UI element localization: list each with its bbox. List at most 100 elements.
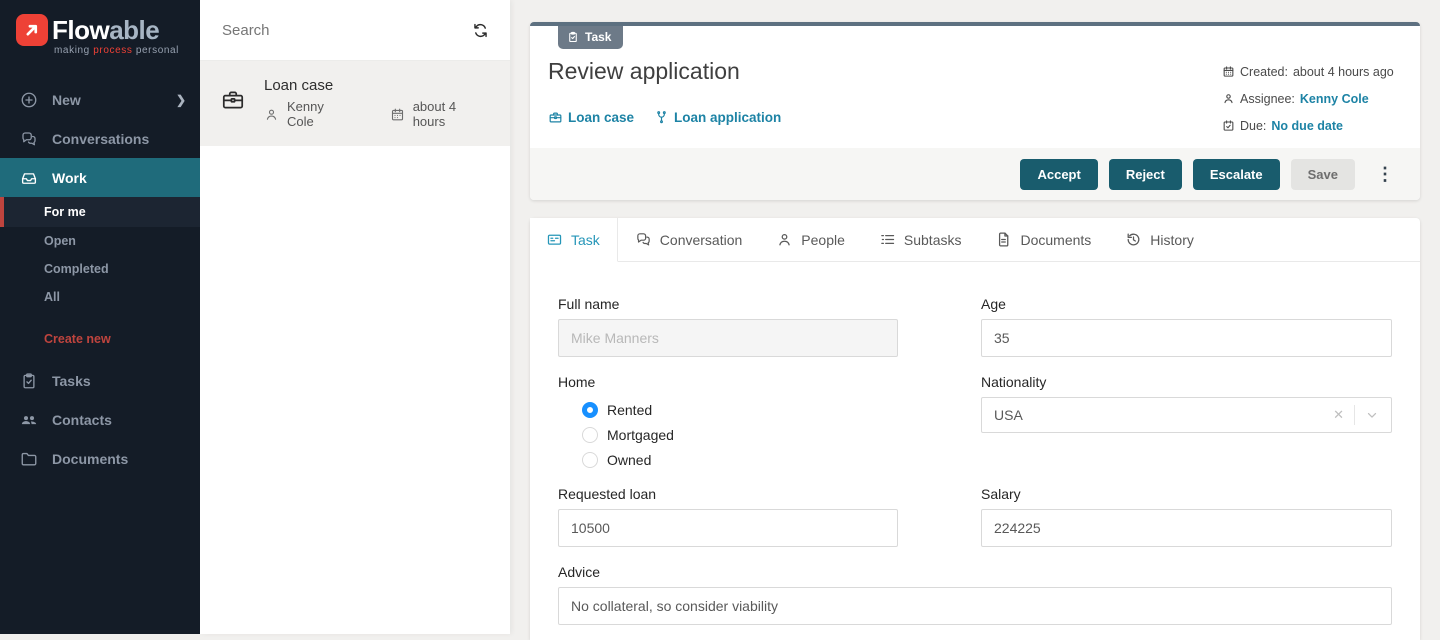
radio-mortgaged[interactable]: Mortgaged xyxy=(582,422,898,447)
create-new-link[interactable]: Create new xyxy=(0,325,200,353)
escalate-button[interactable]: Escalate xyxy=(1193,159,1280,190)
case-assignee: Kenny Cole xyxy=(287,99,352,129)
field-nationality: Nationality USA ✕ xyxy=(981,372,1392,433)
document-icon xyxy=(995,231,1012,248)
work-list-item[interactable]: Loan case Kenny Cole about 4 hours xyxy=(200,61,510,146)
sidebar-item-for-me[interactable]: For me xyxy=(0,197,200,227)
radio-rented[interactable]: Rented xyxy=(582,397,898,422)
clear-icon[interactable]: ✕ xyxy=(1333,407,1344,423)
brand-name: Flowable xyxy=(52,17,159,43)
briefcase-icon xyxy=(220,87,246,113)
accept-button[interactable]: Accept xyxy=(1020,159,1097,190)
field-requested-loan: Requested loan xyxy=(558,484,898,547)
save-button[interactable]: Save xyxy=(1291,159,1355,190)
field-salary: Salary xyxy=(981,484,1392,547)
sidebar-item-contacts[interactable]: Contacts xyxy=(0,400,200,439)
tab-documents[interactable]: Documents xyxy=(978,218,1108,261)
requested-loan-label: Requested loan xyxy=(558,484,898,504)
person-icon xyxy=(776,231,793,248)
more-actions-kebab-icon[interactable]: ⋮ xyxy=(1372,164,1398,185)
sidebar-item-completed[interactable]: Completed xyxy=(0,255,200,283)
sidebar-item-label: Conversations xyxy=(52,131,186,147)
advice-input[interactable] xyxy=(558,587,1392,625)
sidebar-item-conversations[interactable]: Conversations xyxy=(0,119,200,158)
refresh-icon xyxy=(471,21,490,40)
radio-circle-icon xyxy=(582,427,598,443)
full-name-label: Full name xyxy=(558,294,898,314)
task-type-badge: Task xyxy=(558,26,623,49)
case-age: about 4 hours xyxy=(413,99,490,129)
calendar-icon xyxy=(1222,65,1235,78)
tab-history[interactable]: History xyxy=(1108,218,1211,261)
created-value: about 4 hours ago xyxy=(1293,65,1394,79)
sidebar-item-label: Documents xyxy=(52,451,186,467)
sidebar-item-work[interactable]: Work xyxy=(0,158,200,197)
chevron-down-icon[interactable] xyxy=(1365,408,1379,422)
tab-task[interactable]: Task xyxy=(530,218,618,262)
briefcase-icon xyxy=(548,110,563,125)
work-list-panel: Loan case Kenny Cole about 4 hours xyxy=(200,0,510,634)
assignee-link[interactable]: Kenny Cole xyxy=(1300,92,1369,106)
chevron-right-icon: ❯ xyxy=(176,93,186,107)
plus-circle-icon xyxy=(20,91,38,109)
process-fork-icon xyxy=(654,110,669,125)
field-age: Age xyxy=(981,294,1392,357)
task-header-card: Task Review application Loan case Loan a… xyxy=(530,22,1420,200)
chat-bubbles-icon xyxy=(635,231,652,248)
tab-subtasks[interactable]: Subtasks xyxy=(862,218,979,261)
checklist-icon xyxy=(879,231,896,248)
field-full-name: Full name xyxy=(558,294,898,357)
history-icon xyxy=(1125,231,1142,248)
breadcrumb-case-link[interactable]: Loan case xyxy=(548,110,634,125)
sidebar-item-label: Contacts xyxy=(52,412,186,428)
search-input[interactable] xyxy=(220,21,461,40)
radio-owned[interactable]: Owned xyxy=(582,447,898,472)
breadcrumb: Loan case Loan application xyxy=(548,110,781,125)
sidebar-item-all[interactable]: All xyxy=(0,283,200,311)
meta-created: Created: about 4 hours ago xyxy=(1222,58,1394,85)
task-actions-bar: Accept Reject Escalate Save ⋮ xyxy=(530,148,1420,200)
age-input[interactable] xyxy=(981,319,1392,357)
search-bar xyxy=(200,0,510,61)
nationality-label: Nationality xyxy=(981,372,1392,392)
work-filters: For me Open Completed All Create new xyxy=(0,197,200,353)
age-label: Age xyxy=(981,294,1392,314)
sidebar-item-tasks[interactable]: Tasks xyxy=(0,361,200,400)
detail-tabs: Task Conversation People Subtasks Docume… xyxy=(530,218,1420,262)
salary-input[interactable] xyxy=(981,509,1392,547)
person-icon xyxy=(264,107,279,122)
tab-conversation[interactable]: Conversation xyxy=(618,218,760,261)
form-icon xyxy=(546,231,563,248)
inbox-icon xyxy=(20,169,38,187)
sidebar-item-new[interactable]: New ❯ xyxy=(0,80,200,119)
advice-label: Advice xyxy=(558,562,1392,582)
sidebar-item-label: Tasks xyxy=(52,373,186,389)
meta-assignee: Assignee: Kenny Cole xyxy=(1222,85,1394,112)
nationality-value: USA xyxy=(994,407,1333,423)
meta-due: Due: No due date xyxy=(1222,112,1394,139)
brand-tagline: making process personal xyxy=(54,45,200,56)
requested-loan-input[interactable] xyxy=(558,509,898,547)
breadcrumb-process-link[interactable]: Loan application xyxy=(654,110,781,125)
tab-people[interactable]: People xyxy=(759,218,862,261)
field-advice: Advice xyxy=(558,562,1392,625)
nationality-select[interactable]: USA ✕ xyxy=(981,397,1392,433)
flowable-logo-icon xyxy=(16,14,48,46)
divider xyxy=(1354,405,1355,425)
full-name-input xyxy=(558,319,898,357)
brand-logo: Flowable making process personal xyxy=(0,0,200,66)
due-date-link[interactable]: No due date xyxy=(1271,119,1343,133)
reject-button[interactable]: Reject xyxy=(1109,159,1182,190)
chat-bubbles-icon xyxy=(20,130,38,148)
radio-circle-icon xyxy=(582,402,598,418)
sidebar-item-label: New xyxy=(52,92,162,108)
task-meta: Created: about 4 hours ago Assignee: Ken… xyxy=(1222,58,1394,139)
case-title: Loan case xyxy=(264,77,490,94)
refresh-button[interactable] xyxy=(471,21,490,40)
calendar-check-icon xyxy=(1222,119,1235,132)
calendar-icon xyxy=(390,107,405,122)
home-label: Home xyxy=(558,372,898,392)
sidebar-item-open[interactable]: Open xyxy=(0,227,200,255)
radio-circle-icon xyxy=(582,452,598,468)
sidebar-item-documents[interactable]: Documents xyxy=(0,439,200,478)
